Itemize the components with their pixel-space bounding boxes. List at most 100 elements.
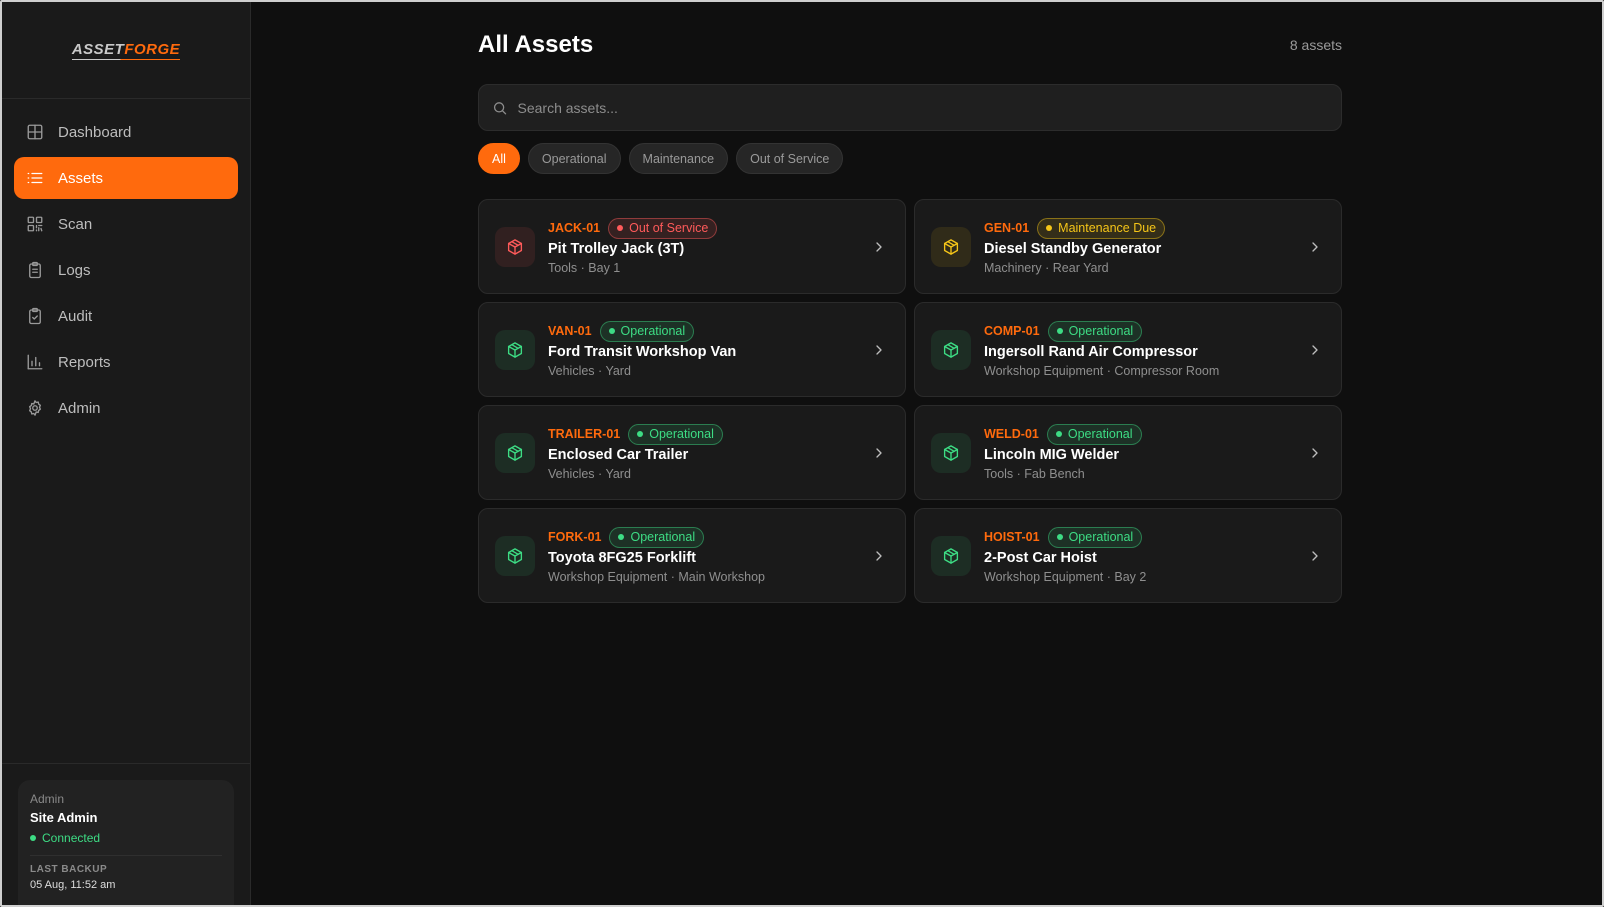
asset-count: 8 assets	[1289, 37, 1342, 53]
asset-category-location: Tools · Fab Bench	[984, 467, 1085, 481]
sidebar-item-reports[interactable]: Reports	[14, 341, 238, 383]
sidebar-item-dashboard[interactable]: Dashboard	[14, 111, 238, 153]
divider	[30, 855, 222, 856]
sidebar-item-assets[interactable]: Assets	[14, 157, 238, 199]
status-badge: Operational	[609, 526, 705, 548]
asset-card[interactable]: GEN-01 Maintenance Due Diesel Standby Ge…	[914, 199, 1342, 294]
sidebar-item-label: Audit	[58, 307, 93, 325]
package-icon	[507, 341, 523, 358]
sidebar-nav: Dashboard Assets Scan Logs Audit Reports	[2, 99, 250, 429]
asset-card[interactable]: COMP-01 Operational Ingersoll Rand Air C…	[914, 302, 1342, 397]
chevron-right-icon	[876, 241, 882, 252]
logo-area: ASSETFORGE	[2, 2, 250, 99]
asset-icon-box	[495, 226, 535, 267]
asset-info: FORK-01 Operational Toyota 8FG25 Forklif…	[548, 526, 871, 584]
asset-name: 2-Post Car Hoist	[984, 550, 1097, 566]
status-dot-icon	[1046, 225, 1053, 231]
package-icon	[507, 547, 523, 564]
package-icon	[943, 341, 959, 358]
status-text: Maintenance Due	[1058, 221, 1157, 235]
user-role: Admin	[30, 792, 65, 806]
asset-id: FORK-01	[548, 530, 602, 544]
status-badge: Operational	[1046, 423, 1142, 445]
status-text: Operational	[1068, 324, 1134, 338]
status-dot-icon	[637, 431, 644, 437]
status-dot-icon	[1055, 431, 1062, 437]
asset-category-location: Tools · Bay 1	[548, 261, 621, 275]
filter-operational[interactable]: Operational	[527, 143, 621, 174]
status-text: Out of Service	[629, 221, 709, 235]
sidebar-item-label: Reports	[58, 353, 111, 371]
search-input[interactable]	[517, 99, 1341, 116]
user-name: Site Admin	[30, 810, 98, 825]
asset-name: Pit Trolley Jack (3T)	[548, 241, 685, 257]
asset-name: Diesel Standby Generator	[984, 241, 1162, 257]
status-text: Operational	[1068, 530, 1134, 544]
asset-icon-box	[495, 329, 535, 370]
sidebar-item-logs[interactable]: Logs	[14, 249, 238, 291]
backup-label: LAST BACKUP	[30, 864, 108, 875]
sidebar-item-admin[interactable]: Admin	[14, 387, 238, 429]
package-icon	[943, 444, 959, 461]
package-icon	[943, 238, 959, 255]
grid-icon	[27, 124, 43, 140]
asset-grid: JACK-01 Out of Service Pit Trolley Jack …	[478, 199, 1342, 603]
status-dot-icon	[617, 225, 624, 231]
asset-info: TRAILER-01 Operational Enclosed Car Trai…	[548, 423, 871, 481]
status-badge: Operational	[628, 423, 723, 445]
status-filters: All Operational Maintenance Out of Servi…	[478, 143, 1342, 174]
asset-info: JACK-01 Out of Service Pit Trolley Jack …	[548, 217, 871, 275]
status-text: Operational	[630, 530, 696, 544]
sidebar-item-label: Admin	[58, 399, 101, 417]
asset-id: COMP-01	[984, 324, 1040, 338]
sidebar-item-scan[interactable]: Scan	[14, 203, 238, 245]
asset-name: Ford Transit Workshop Van	[548, 344, 737, 360]
asset-icon-box	[931, 432, 971, 473]
gear-icon	[29, 400, 41, 416]
status-text: Operational	[1067, 427, 1133, 441]
page-header: All Assets 8 assets	[478, 2, 1342, 84]
status-badge: Maintenance Due	[1037, 217, 1166, 239]
status-text: Operational	[649, 427, 714, 441]
asset-icon-box	[495, 432, 535, 473]
asset-id: VAN-01	[548, 324, 592, 338]
filter-out-of-service[interactable]: Out of Service	[736, 143, 844, 174]
main-content: All Assets 8 assets All Operational Main…	[251, 2, 1602, 905]
user-card: Admin Site Admin Connected LAST BACKUP 0…	[18, 780, 234, 905]
app-window: ASSETFORGE Dashboard Assets Scan Logs Au…	[0, 0, 1604, 907]
filter-all[interactable]: All	[478, 143, 520, 174]
asset-info: HOIST-01 Operational 2-Post Car Hoist Wo…	[984, 526, 1307, 584]
bar-chart-icon	[27, 354, 43, 370]
chevron-right-icon	[876, 550, 882, 561]
asset-card[interactable]: VAN-01 Operational Ford Transit Workshop…	[478, 302, 906, 397]
asset-card[interactable]: HOIST-01 Operational 2-Post Car Hoist Wo…	[914, 508, 1342, 603]
asset-category-location: Workshop Equipment · Main Workshop	[548, 570, 765, 584]
status-dot-icon	[608, 328, 615, 334]
asset-category-location: Workshop Equipment · Compressor Room	[984, 364, 1220, 378]
asset-card[interactable]: TRAILER-01 Operational Enclosed Car Trai…	[478, 405, 906, 500]
qr-code-icon	[27, 216, 43, 232]
sidebar-item-label: Assets	[58, 169, 104, 187]
asset-info: GEN-01 Maintenance Due Diesel Standby Ge…	[984, 217, 1307, 275]
asset-id: JACK-01	[548, 221, 601, 235]
sidebar-item-audit[interactable]: Audit	[14, 295, 238, 337]
filter-maintenance[interactable]: Maintenance	[628, 143, 729, 174]
status-dot-icon	[30, 835, 36, 841]
package-icon	[507, 444, 523, 461]
chevron-right-icon	[876, 447, 882, 458]
asset-id: TRAILER-01	[548, 427, 621, 441]
page-title: All Assets	[478, 31, 594, 58]
asset-category-location: Workshop Equipment · Bay 2	[984, 570, 1147, 584]
asset-icon-box	[495, 535, 535, 576]
asset-info: VAN-01 Operational Ford Transit Workshop…	[548, 320, 871, 378]
asset-card[interactable]: FORK-01 Operational Toyota 8FG25 Forklif…	[478, 508, 906, 603]
app-logo[interactable]: ASSETFORGE	[71, 41, 181, 60]
asset-icon-box	[931, 329, 971, 370]
search-bar[interactable]	[478, 84, 1342, 131]
asset-card[interactable]: WELD-01 Operational Lincoln MIG Welder T…	[914, 405, 1342, 500]
asset-name: Enclosed Car Trailer	[548, 447, 689, 463]
asset-card[interactable]: JACK-01 Out of Service Pit Trolley Jack …	[478, 199, 906, 294]
asset-name: Lincoln MIG Welder	[984, 447, 1120, 463]
chevron-right-icon	[1312, 344, 1318, 355]
package-icon	[507, 238, 523, 255]
